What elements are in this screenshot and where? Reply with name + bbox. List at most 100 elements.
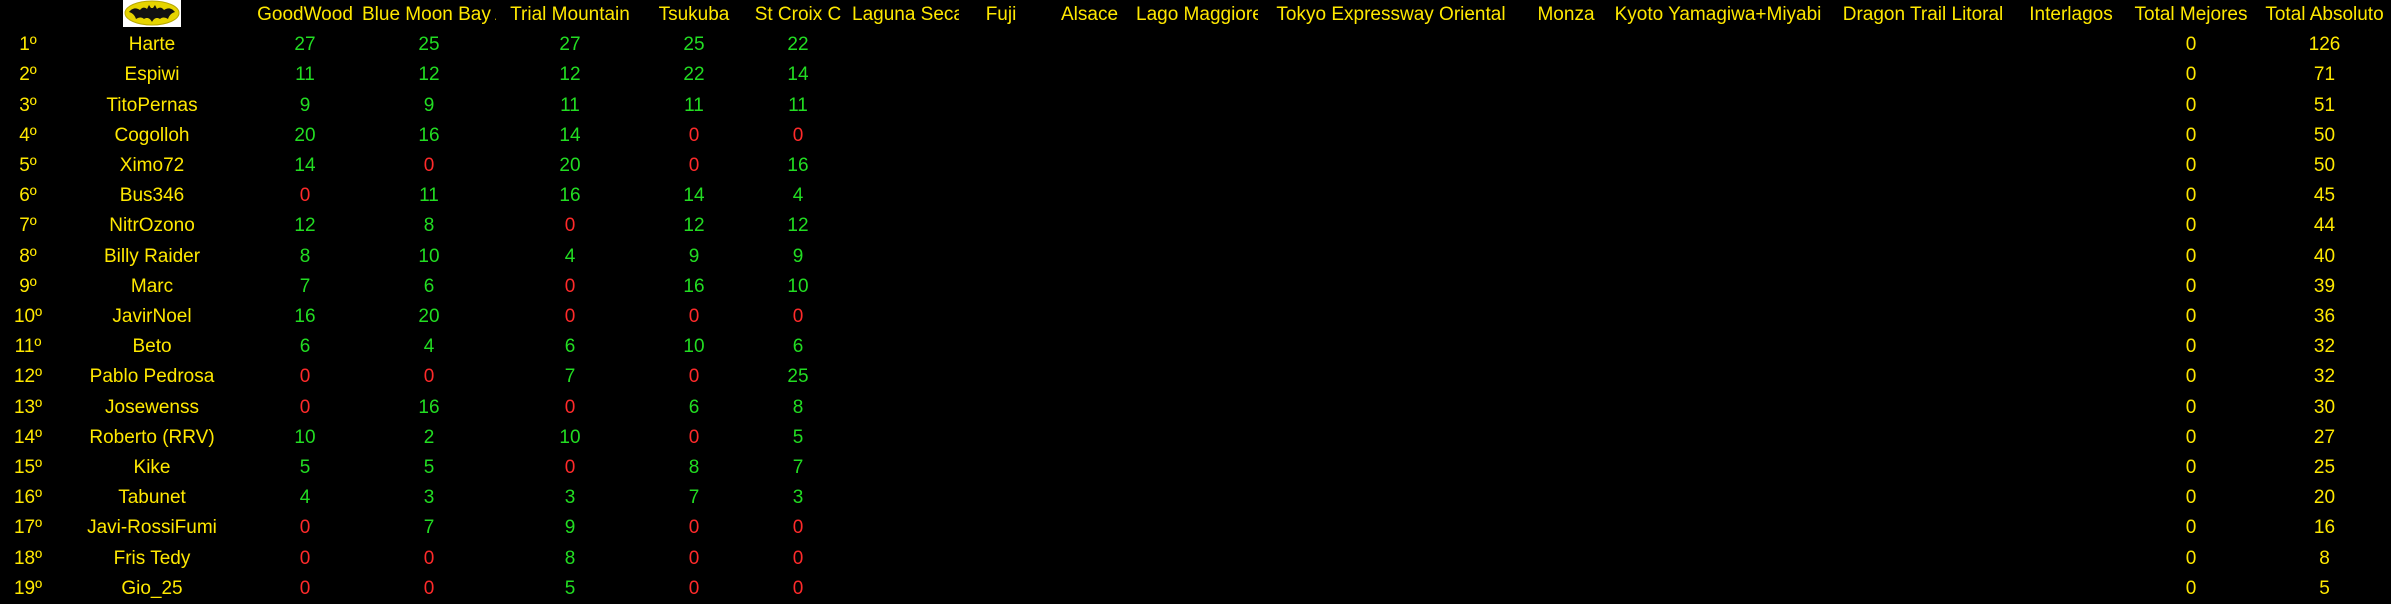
score-cell bbox=[1828, 543, 2018, 573]
total-mejores-cell: 0 bbox=[2185, 426, 2197, 448]
total-mejores-cell: 0 bbox=[2185, 215, 2197, 237]
score-cell: 14 bbox=[294, 154, 316, 176]
score-cell bbox=[1136, 483, 1258, 513]
score-cell: 0 bbox=[688, 577, 700, 599]
table-row: 19º Gio_25 0 0 5 0 0 0 5 bbox=[0, 574, 2391, 604]
score-cell bbox=[1608, 453, 1828, 483]
score-cell: 0 bbox=[564, 396, 576, 418]
column-header-trial-mountain: Trial Mountain bbox=[510, 4, 630, 25]
position-cell: 6º bbox=[19, 185, 37, 207]
score-cell: 0 bbox=[299, 396, 311, 418]
score-cell bbox=[1608, 332, 1828, 362]
table-row: 16º Tabunet 4 3 3 7 3 0 20 bbox=[0, 483, 2391, 513]
score-cell bbox=[959, 90, 1043, 120]
score-cell: 0 bbox=[299, 547, 311, 569]
score-cell bbox=[1136, 362, 1258, 392]
column-header-interlagos: Interlagos bbox=[2029, 4, 2113, 25]
score-cell bbox=[852, 30, 959, 60]
driver-name-cell: Ximo72 bbox=[119, 154, 185, 176]
column-header-st-croix-c: St Croix C bbox=[754, 4, 842, 25]
score-cell bbox=[1608, 513, 1828, 543]
score-cell: 3 bbox=[564, 487, 576, 509]
score-cell bbox=[2018, 151, 2124, 181]
score-cell bbox=[852, 60, 959, 90]
score-cell bbox=[1828, 483, 2018, 513]
score-cell: 11 bbox=[684, 94, 704, 116]
score-cell bbox=[1608, 60, 1828, 90]
score-cell bbox=[1524, 121, 1608, 151]
driver-name-cell: Marc bbox=[130, 275, 174, 297]
total-mejores-cell: 0 bbox=[2185, 34, 2197, 56]
score-cell: 10 bbox=[559, 426, 581, 448]
score-cell bbox=[2018, 272, 2124, 302]
score-cell bbox=[1828, 423, 2018, 453]
score-cell bbox=[852, 121, 959, 151]
column-header-monza: Monza bbox=[1537, 4, 1595, 25]
column-header-total-mejores: Total Mejores bbox=[2134, 4, 2248, 25]
score-cell: 5 bbox=[423, 456, 435, 478]
score-cell: 0 bbox=[299, 185, 311, 207]
driver-name-cell: Harte bbox=[128, 34, 176, 56]
score-cell bbox=[1524, 90, 1608, 120]
score-cell bbox=[1828, 241, 2018, 271]
driver-name-cell: Josewenss bbox=[105, 396, 199, 418]
score-cell bbox=[852, 423, 959, 453]
total-absoluto-cell: 44 bbox=[2313, 215, 2336, 237]
score-cell bbox=[852, 181, 959, 211]
score-cell: 0 bbox=[792, 124, 804, 146]
score-cell bbox=[852, 211, 959, 241]
score-cell bbox=[1828, 574, 2018, 604]
score-cell: 25 bbox=[418, 34, 440, 56]
score-cell bbox=[1043, 121, 1136, 151]
position-cell: 3º bbox=[19, 94, 37, 116]
score-cell: 4 bbox=[564, 245, 576, 267]
total-mejores-cell: 0 bbox=[2185, 124, 2197, 146]
score-cell bbox=[1136, 30, 1258, 60]
total-mejores-cell: 0 bbox=[2185, 456, 2197, 478]
score-cell bbox=[959, 362, 1043, 392]
driver-name-cell: Billy Raider bbox=[103, 245, 201, 267]
score-cell bbox=[2018, 302, 2124, 332]
score-cell bbox=[1828, 30, 2018, 60]
column-header-tsukuba: Tsukuba bbox=[658, 4, 730, 25]
score-cell: 16 bbox=[294, 305, 316, 327]
score-cell bbox=[1136, 90, 1258, 120]
position-cell: 1º bbox=[19, 34, 37, 56]
table-row: 7º NitrOzono 12 8 0 12 12 0 44 bbox=[0, 211, 2391, 241]
score-cell bbox=[1828, 211, 2018, 241]
score-cell: 11 bbox=[788, 94, 808, 116]
score-cell bbox=[852, 392, 959, 422]
score-cell: 14 bbox=[787, 64, 809, 86]
score-cell: 0 bbox=[564, 215, 576, 237]
score-cell: 0 bbox=[564, 305, 576, 327]
score-cell: 16 bbox=[683, 275, 705, 297]
column-header-laguna-seca: Laguna Seca bbox=[852, 4, 959, 25]
score-cell: 4 bbox=[423, 336, 435, 358]
score-cell bbox=[2018, 211, 2124, 241]
driver-name-cell: Bus346 bbox=[119, 185, 185, 207]
total-mejores-cell: 0 bbox=[2185, 366, 2197, 388]
score-cell bbox=[1524, 483, 1608, 513]
score-cell: 16 bbox=[787, 154, 809, 176]
score-cell: 0 bbox=[688, 305, 700, 327]
total-absoluto-cell: 16 bbox=[2313, 517, 2336, 539]
score-cell bbox=[1608, 30, 1828, 60]
table-row: 5º Ximo72 14 0 20 0 16 0 50 bbox=[0, 151, 2391, 181]
score-cell bbox=[1258, 513, 1524, 543]
score-cell bbox=[959, 483, 1043, 513]
score-cell bbox=[1828, 272, 2018, 302]
score-cell: 12 bbox=[683, 215, 705, 237]
score-cell bbox=[1136, 121, 1258, 151]
score-cell bbox=[852, 90, 959, 120]
score-cell bbox=[1524, 60, 1608, 90]
total-absoluto-cell: 50 bbox=[2313, 124, 2336, 146]
total-absoluto-cell: 5 bbox=[2319, 577, 2330, 599]
score-cell bbox=[1608, 241, 1828, 271]
table-row: 3º TitoPernas 9 9 11 11 11 0 51 bbox=[0, 90, 2391, 120]
total-mejores-cell: 0 bbox=[2185, 336, 2197, 358]
score-cell bbox=[1043, 543, 1136, 573]
total-absoluto-cell: 71 bbox=[2313, 64, 2336, 86]
score-cell: 0 bbox=[423, 547, 435, 569]
score-cell bbox=[1258, 151, 1524, 181]
score-cell: 4 bbox=[792, 185, 804, 207]
